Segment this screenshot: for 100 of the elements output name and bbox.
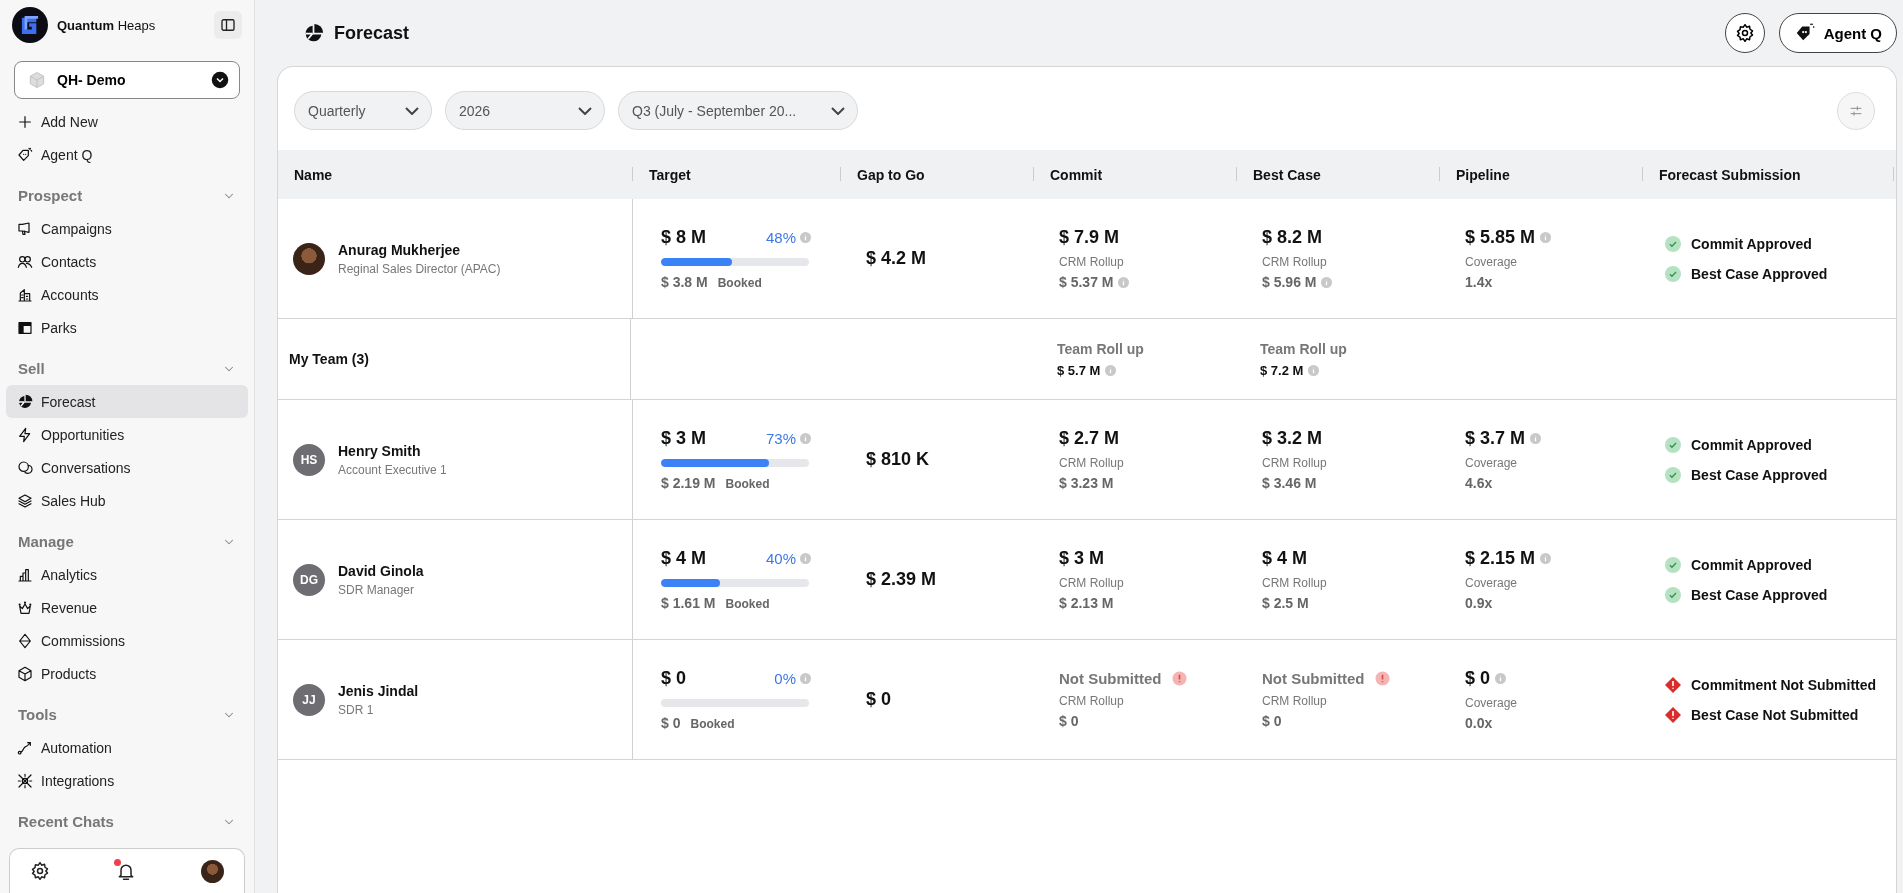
sidebar-item[interactable]: Campaigns: [6, 212, 248, 245]
target-percent: 48%: [765, 229, 796, 246]
column-header: Commit: [1050, 166, 1103, 183]
person-name: Jenis Jindal: [338, 682, 419, 699]
forecast-amount: $ 2.7 M: [1059, 428, 1121, 449]
sidebar-item[interactable]: Commissions: [6, 624, 248, 657]
info-icon[interactable]: [800, 553, 811, 564]
settings-button[interactable]: [1724, 13, 1765, 53]
coverage-label: Coverage: [1465, 576, 1519, 590]
info-icon[interactable]: [800, 673, 811, 684]
filter-settings-button[interactable]: [1837, 91, 1875, 130]
gap-amount: $ 0: [866, 689, 893, 710]
info-icon[interactable]: [1321, 276, 1333, 288]
target-amount: $ 0: [661, 668, 687, 689]
submission-status: Best Case Approved: [1691, 586, 1828, 603]
gap-amount: $ 810 K: [866, 449, 931, 470]
forecast-amount: $ 3 M: [1059, 548, 1106, 569]
booked-label: Booked: [717, 276, 762, 290]
page-title: Forecast: [334, 22, 410, 44]
initials-avatar: JJ: [293, 683, 325, 716]
rollup-label: CRM Rollup: [1262, 694, 1328, 708]
settings-icon[interactable]: [30, 861, 50, 881]
info-icon[interactable]: [1540, 553, 1552, 564]
sidebar-item[interactable]: Forecast: [6, 385, 248, 418]
submission-status: Commit Approved: [1691, 235, 1812, 252]
chat-bubbles-icon: [17, 459, 33, 476]
booked-amount: $ 3.8 M: [661, 274, 708, 290]
filter-dropdown[interactable]: Q3 (July - September 20...: [618, 91, 858, 130]
sidebar-item[interactable]: Sales Hub: [6, 484, 248, 517]
team-label: My Team (3): [289, 351, 369, 367]
forecast-amount: $ 8.2 M: [1262, 227, 1324, 248]
sidebar-item[interactable]: Conversations: [6, 451, 248, 484]
plus-icon: [17, 113, 33, 130]
sidebar-item[interactable]: Automation: [6, 731, 248, 764]
layers-icon: [17, 492, 33, 509]
rollup-label: CRM Rollup: [1262, 456, 1328, 470]
chevron-down-icon: [405, 106, 419, 115]
info-icon[interactable]: [1495, 673, 1507, 684]
rollup-label: CRM Rollup: [1262, 576, 1328, 590]
filter-dropdown[interactable]: Quarterly: [294, 91, 432, 130]
info-icon[interactable]: [1105, 364, 1117, 376]
submission-status: Commit Approved: [1691, 556, 1812, 573]
sidebar-item[interactable]: Revenue: [6, 591, 248, 624]
people-icon: [17, 253, 33, 270]
rollup-amount: $ 0: [1262, 713, 1282, 729]
sidebar-item[interactable]: Contacts: [6, 245, 248, 278]
sidebar-item[interactable]: Parks: [6, 311, 248, 344]
agent-button[interactable]: Agent Q: [1778, 13, 1897, 53]
coverage-label: Coverage: [1465, 255, 1519, 269]
column-header: Best Case: [1253, 166, 1321, 183]
pipeline-amount: $ 5.85 M: [1465, 227, 1536, 248]
pie-chart-icon: [17, 393, 33, 410]
submission-status: Commitment Not Submitted: [1691, 676, 1877, 693]
info-icon[interactable]: [1118, 276, 1130, 288]
check-circle-icon: [1665, 235, 1681, 252]
person-name: Anurag Mukherjee: [338, 241, 462, 258]
filter-dropdown[interactable]: 2026: [445, 91, 605, 130]
chevron-down-icon: [831, 106, 845, 115]
rollup-label: CRM Rollup: [1059, 255, 1125, 269]
sidebar-action[interactable]: Agent Q: [6, 138, 248, 171]
sidebar-toggle-icon[interactable]: [214, 11, 242, 39]
rollup-label: Team Roll up: [1057, 340, 1145, 357]
info-icon[interactable]: [800, 433, 811, 444]
person-name: David Ginola: [338, 562, 424, 579]
rollup-amount: $ 2.5 M: [1262, 595, 1309, 611]
coverage-label: Coverage: [1465, 456, 1519, 470]
sidebar-item[interactable]: Integrations: [6, 764, 248, 797]
user-avatar[interactable]: [201, 859, 224, 883]
forecast-amount: $ 4 M: [1262, 548, 1309, 569]
cube-icon: [17, 665, 33, 682]
bar-chart-icon: [17, 566, 33, 583]
megaphone-icon: [17, 220, 33, 237]
workspace-dropdown[interactable]: QH- Demo: [14, 61, 240, 99]
coverage-value: 1.4x: [1465, 274, 1494, 290]
info-icon[interactable]: [800, 232, 811, 243]
coverage-value: 4.6x: [1465, 475, 1494, 491]
rollup-label: Team Roll up: [1260, 340, 1348, 357]
target-amount: $ 3 M: [661, 428, 707, 449]
check-circle-icon: [1665, 466, 1681, 483]
submission-status: Best Case Approved: [1691, 265, 1828, 282]
pipeline-amount: $ 2.15 M: [1465, 548, 1536, 569]
sidebar-item[interactable]: Opportunities: [6, 418, 248, 451]
submission-status: Best Case Not Submitted: [1691, 706, 1859, 723]
diamond-icon: [17, 632, 33, 649]
person-name: Henry Smith: [338, 442, 422, 459]
booked-label: Booked: [725, 597, 770, 611]
column-header: Gap to Go: [857, 166, 925, 183]
sidebar-item[interactable]: Analytics: [6, 558, 248, 591]
person-role: Reginal Sales Director (APAC): [338, 261, 501, 276]
sidebar-action[interactable]: Add New: [6, 105, 248, 138]
chevron-down-icon: [578, 106, 592, 115]
sidebar-item[interactable]: Products: [6, 657, 248, 690]
info-icon[interactable]: [1530, 433, 1542, 444]
sidebar-item[interactable]: Accounts: [6, 278, 248, 311]
submission-status: Commit Approved: [1691, 436, 1812, 453]
target-percent: 73%: [765, 430, 796, 447]
check-circle-icon: [1665, 265, 1681, 282]
person-role: Account Executive 1: [338, 462, 447, 477]
info-icon[interactable]: [1308, 364, 1320, 376]
info-icon[interactable]: [1540, 232, 1552, 243]
